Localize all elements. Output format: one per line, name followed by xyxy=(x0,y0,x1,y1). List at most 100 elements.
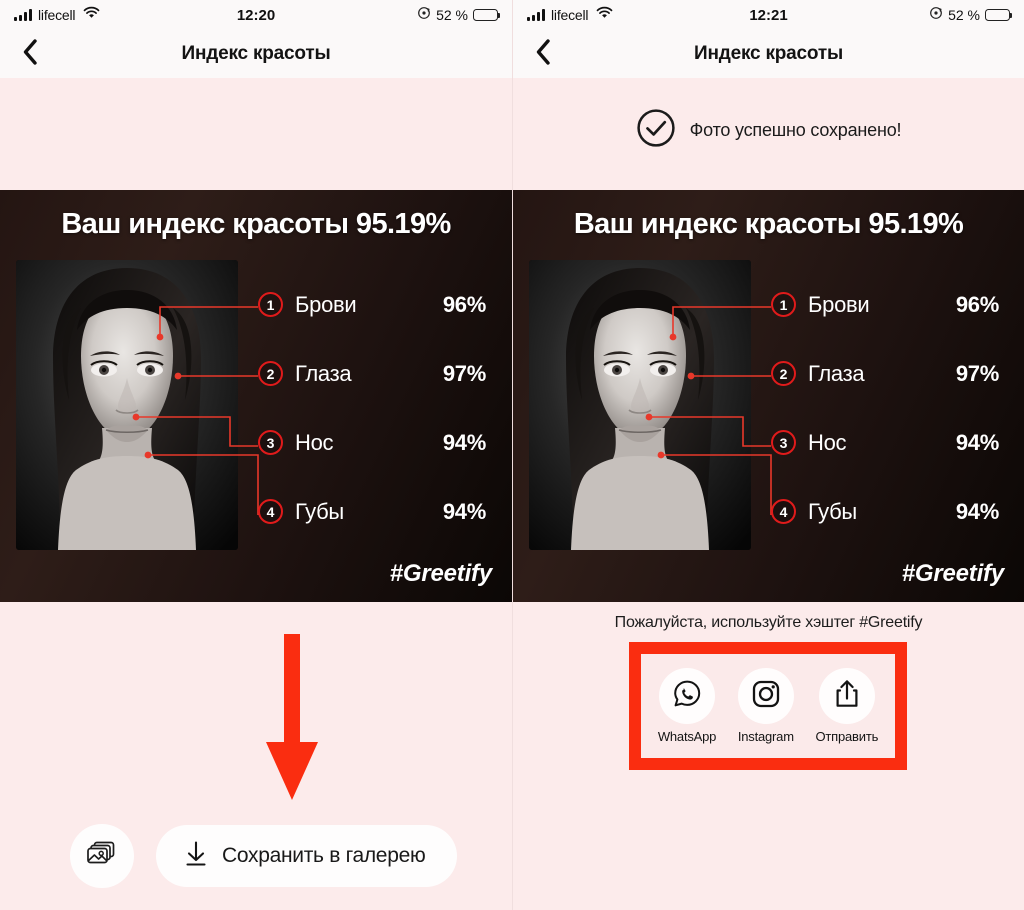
feature-badge-4: 4 xyxy=(258,499,283,524)
status-bar-right: 52 % xyxy=(417,6,501,25)
lower-actions-left: Сохранить в галерею xyxy=(0,602,512,910)
feature-row: 1 Брови 96% xyxy=(258,270,498,339)
share-button-send[interactable]: Отправить xyxy=(815,668,878,744)
feature-name: Брови xyxy=(295,291,357,317)
hashtag-hint: Пожалуйста, используйте хэштег #Greetify xyxy=(614,614,923,631)
feature-value: 94% xyxy=(955,498,999,524)
share-label-send: Отправить xyxy=(815,729,879,744)
carrier-label: lifecell xyxy=(551,7,589,23)
rotation-lock-icon xyxy=(417,6,431,25)
instagram-icon-wrap xyxy=(737,668,794,724)
download-icon xyxy=(184,840,208,872)
nav-bar: Индекс красоты xyxy=(0,30,512,78)
feature-value: 94% xyxy=(955,429,999,455)
instagram-icon xyxy=(751,679,781,714)
battery-percent-label: 52 % xyxy=(948,7,980,23)
card-title: Ваш индекс красоты 95.19% xyxy=(61,208,451,240)
page-title: Индекс красоты xyxy=(694,43,843,64)
share-up-icon-wrap xyxy=(818,668,875,724)
back-button[interactable] xyxy=(513,38,573,70)
lower-actions-right: Пожалуйста, используйте хэштег #Greetify xyxy=(513,602,1024,910)
whatsapp-icon xyxy=(672,679,702,714)
status-bar-left: lifecell xyxy=(14,6,100,24)
feature-row: 2 Глаза 97% xyxy=(258,339,498,408)
feature-badge-1: 1 xyxy=(771,292,796,317)
feature-name: Глаза xyxy=(808,360,865,386)
hashtag-label: #Greetify xyxy=(389,560,492,587)
feature-list: 1 Брови 96% 2 Глаза 97% 3 Нос 94% 4 Губы xyxy=(771,270,1011,546)
battery-icon xyxy=(985,8,1013,22)
check-circle-icon xyxy=(636,108,676,153)
save-to-gallery-button[interactable]: Сохранить в галерею xyxy=(156,825,458,887)
feature-row: 2 Глаза 97% xyxy=(771,339,1011,408)
gallery-photos-icon xyxy=(87,841,117,872)
feature-value: 94% xyxy=(442,498,486,524)
feature-badge-1: 1 xyxy=(258,292,283,317)
chevron-left-icon xyxy=(535,38,551,70)
toast-zone-left xyxy=(0,78,512,190)
share-button-whatsapp[interactable]: WhatsApp xyxy=(658,668,716,744)
feature-name: Нос xyxy=(295,429,334,455)
portrait-illustration xyxy=(16,260,238,550)
feature-value: 94% xyxy=(442,429,486,455)
phone-screen-left: lifecell 12:20 52 % Индекс красоты Ваш и… xyxy=(0,0,512,910)
feature-badge-3: 3 xyxy=(771,430,796,455)
portrait-photo xyxy=(529,260,751,550)
feature-value: 96% xyxy=(955,291,999,317)
share-label-whatsapp: WhatsApp xyxy=(657,729,717,744)
gallery-button[interactable] xyxy=(70,824,134,888)
phone-screen-right: lifecell 12:21 52 % Индекс красоты Фото … xyxy=(512,0,1024,910)
feature-row: 4 Губы 94% xyxy=(258,477,498,546)
screenshot-pair: lifecell 12:20 52 % Индекс красоты Ваш и… xyxy=(0,0,1024,910)
signal-bars-icon xyxy=(527,9,545,21)
toast-message: Фото успешно сохранено! xyxy=(689,120,902,140)
share-button-instagram[interactable]: Instagram xyxy=(737,668,794,744)
wifi-icon xyxy=(83,6,100,24)
beauty-index-card: Ваш индекс красоты 95.19% 1 Брови 96% 2 … xyxy=(513,190,1024,602)
status-bar-right: 52 % xyxy=(929,6,1013,25)
share-up-icon xyxy=(833,679,861,714)
nav-bar: Индекс красоты xyxy=(513,30,1024,78)
feature-list: 1 Брови 96% 2 Глаза 97% 3 Нос 94% 4 Губы xyxy=(258,270,498,546)
save-actions-row: Сохранить в галерею xyxy=(70,824,458,888)
portrait-photo xyxy=(16,260,238,550)
feature-row: 1 Брови 96% xyxy=(771,270,1011,339)
status-bar-left: lifecell xyxy=(527,6,613,24)
feature-name: Глаза xyxy=(295,360,352,386)
share-label-instagram: Instagram xyxy=(737,729,794,744)
hashtag-label: #Greetify xyxy=(901,560,1004,587)
wifi-icon xyxy=(596,6,613,24)
carrier-label: lifecell xyxy=(38,7,76,23)
feature-name: Брови xyxy=(808,291,870,317)
whatsapp-icon-wrap xyxy=(659,668,715,724)
feature-name: Губы xyxy=(808,498,857,524)
feature-name: Губы xyxy=(295,498,344,524)
back-button[interactable] xyxy=(0,38,60,70)
feature-badge-2: 2 xyxy=(771,361,796,386)
battery-icon xyxy=(473,8,501,22)
save-success-toast: Фото успешно сохранено! xyxy=(513,108,1024,153)
feature-name: Нос xyxy=(808,429,847,455)
share-bar: WhatsApp Instagram Отправить xyxy=(641,654,895,758)
card-title: Ваш индекс красоты 95.19% xyxy=(573,208,964,240)
red-rectangle-highlight-annotation: WhatsApp Instagram Отправить xyxy=(629,642,907,770)
toast-zone-right: Фото успешно сохранено! xyxy=(513,78,1024,190)
red-down-arrow-annotation xyxy=(266,634,318,800)
portrait-illustration xyxy=(529,260,751,550)
feature-row: 3 Нос 94% xyxy=(771,408,1011,477)
status-bar: lifecell 12:20 52 % xyxy=(0,0,512,30)
chevron-left-icon xyxy=(22,38,38,70)
feature-badge-3: 3 xyxy=(258,430,283,455)
status-bar: lifecell 12:21 52 % xyxy=(513,0,1024,30)
feature-value: 96% xyxy=(442,291,486,317)
feature-value: 97% xyxy=(442,360,486,386)
battery-percent-label: 52 % xyxy=(436,7,468,23)
save-to-gallery-label: Сохранить в галерею xyxy=(222,844,426,867)
feature-value: 97% xyxy=(955,360,999,386)
signal-bars-icon xyxy=(14,9,32,21)
feature-badge-4: 4 xyxy=(771,499,796,524)
feature-row: 4 Губы 94% xyxy=(771,477,1011,546)
feature-badge-2: 2 xyxy=(258,361,283,386)
feature-row: 3 Нос 94% xyxy=(258,408,498,477)
page-title: Индекс красоты xyxy=(181,43,331,64)
